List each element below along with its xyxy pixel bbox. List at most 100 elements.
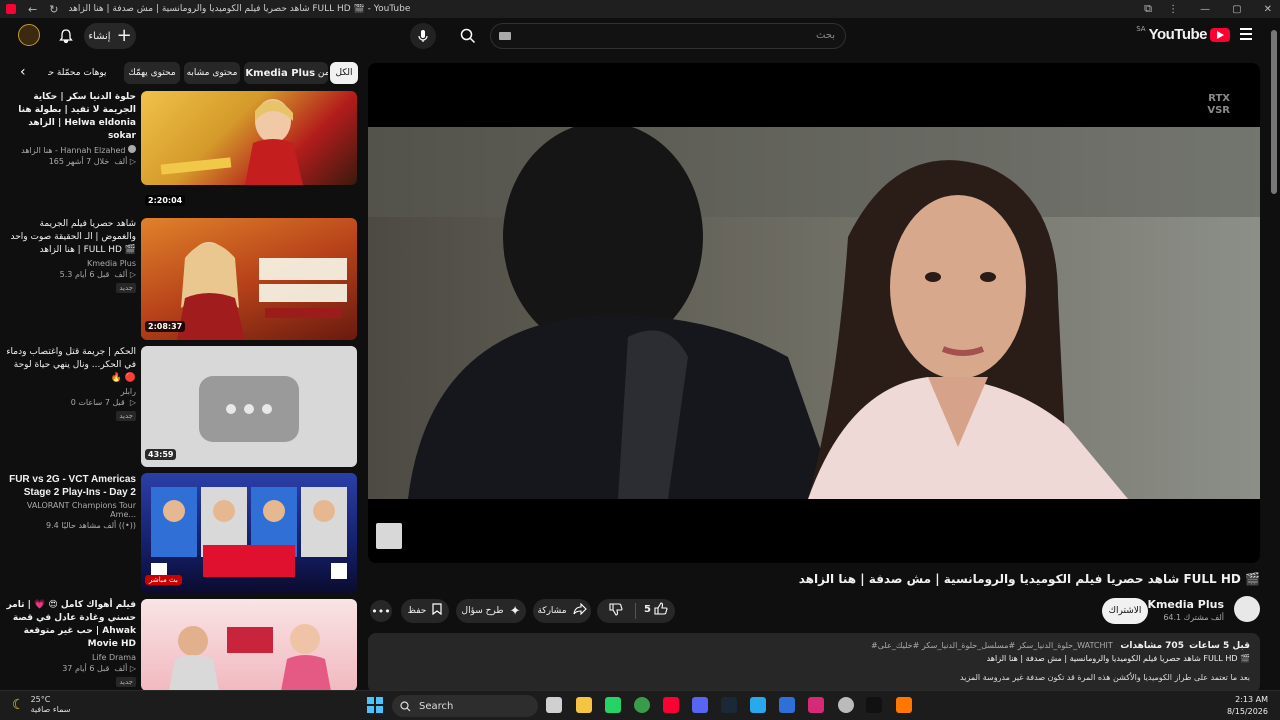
divider — [635, 603, 636, 619]
channel-name[interactable]: VALORANT Champions Tour Ame... — [6, 501, 136, 519]
chip-for-you[interactable]: محتوى يهمّك — [124, 62, 180, 84]
windows-taskbar: ☾ 25°C سماء صافية Search 2:13 AM 8/15/20… — [0, 690, 1280, 720]
search-input[interactable]: بحث — [490, 23, 846, 49]
more-actions-button[interactable]: ••• — [370, 600, 392, 622]
video-title[interactable]: حلوة الدنيا سكر | حكاية الجريمة لا تفيد … — [6, 91, 136, 143]
steam-icon[interactable] — [721, 697, 737, 713]
like-count: 5 — [644, 604, 651, 615]
duration-badge: 2:20:04 — [145, 195, 186, 206]
discord-icon[interactable] — [692, 697, 708, 713]
create-button[interactable]: إنشاء + — [84, 23, 136, 49]
chip-recent-uploads[interactable]: فيديوهات محمّلة حديثًا — [48, 62, 106, 84]
account-avatar[interactable] — [18, 24, 40, 46]
save-button[interactable]: حفظ — [401, 599, 449, 623]
whatsapp-icon[interactable] — [605, 697, 621, 713]
description-box[interactable]: #حلوة_الدنيا_سكر #مسلسل_حلوة_الدنيا_سكر … — [368, 633, 1260, 693]
instagram-icon[interactable] — [808, 697, 824, 713]
play-small-icon: ▷ — [129, 664, 136, 673]
video-meta: 0 ‏ قبل 7 ساعات ▷ — [70, 398, 136, 407]
chip-from-channel[interactable]: Kmedia Plus من — [244, 62, 328, 84]
related-video-3[interactable]: 43:59 الحكم | جريمة قتل واغتصاب ودماء في… — [0, 346, 360, 467]
video-info: حلوة الدنيا سكر | حكاية الجريمة لا تفيد … — [6, 91, 136, 166]
hashtags[interactable]: #حلوة_الدنيا_سكر #مسلسل_حلوة_الدنيا_سكر … — [871, 641, 1113, 650]
window-controls: ⋮ — ▢ ✕ — [1168, 0, 1272, 18]
video-info: FUR vs 2G - VCT Americas Stage 2 Play-In… — [6, 473, 136, 530]
video-title[interactable]: الحكم | جريمة قتل واغتصاب ودماء في الحكر… — [6, 346, 136, 385]
chrome-icon[interactable] — [634, 697, 650, 713]
live-signal-icon: ((•)) — [118, 521, 136, 530]
youtube-play-icon — [1210, 27, 1230, 42]
like-button[interactable] — [654, 602, 668, 620]
app-icon[interactable] — [779, 697, 795, 713]
soundcloud-icon[interactable] — [896, 697, 912, 713]
share-button[interactable]: مشاركة — [533, 599, 591, 623]
telegram-icon[interactable] — [750, 697, 766, 713]
sparkle-icon: ✦ — [509, 603, 521, 619]
tab-title[interactable]: شاهد حصريا فيلم الكوميديا والرومانسية | … — [68, 4, 410, 14]
extensions-icon[interactable]: ⧉ — [1144, 2, 1152, 16]
channel-name[interactable]: هنا الزاهد - Hannah Elzahed — [6, 145, 136, 155]
related-video-4[interactable]: بث مباشر FUR vs 2G - VCT Americas Stage … — [0, 473, 360, 593]
description-text: بعد ما تعتمد على طراز الكوميديا والأكشن … — [960, 673, 1250, 682]
video-title[interactable]: شاهد حصريا فيلم الجريمة والغموض | الـ ال… — [6, 218, 136, 257]
weather-condition: سماء صافية — [30, 705, 71, 714]
system-clock[interactable]: 2:13 AM 8/15/2026 — [1227, 694, 1268, 718]
settings-icon[interactable] — [838, 697, 854, 713]
chip-prev-chevron-icon[interactable]: ‹ — [20, 64, 26, 80]
back-icon[interactable]: ← — [28, 3, 37, 16]
video-title[interactable]: فيلم أهواك كامل 😍 💗 | تامر حسني وغادة عا… — [6, 599, 136, 651]
ask-question-button[interactable]: طرح سؤال ✦ — [456, 599, 526, 623]
video-info: فيلم أهواك كامل 😍 💗 | تامر حسني وغادة عا… — [6, 599, 136, 687]
video-info: شاهد حصريا فيلم الجريمة والغموض | الـ ال… — [6, 218, 136, 293]
voice-search-button[interactable] — [410, 23, 436, 49]
video-meta: 5.3 ألف ‏ قبل 6 أيام ▷ — [59, 270, 136, 279]
youtube-logo[interactable]: SA YouTube — [1136, 24, 1230, 43]
moon-icon: ☾ — [12, 697, 25, 713]
file-explorer-icon[interactable] — [576, 697, 592, 713]
duration-badge: 2:08:37 — [145, 321, 186, 332]
minimize-icon[interactable]: — — [1200, 4, 1210, 15]
maximize-icon[interactable]: ▢ — [1232, 4, 1241, 15]
notifications-bell-icon[interactable] — [56, 26, 76, 46]
taskbar-search[interactable]: Search — [392, 695, 538, 717]
close-icon[interactable]: ✕ — [1264, 4, 1272, 15]
play-small-icon: ▷ — [129, 270, 136, 279]
video-thumbnail[interactable] — [141, 91, 357, 185]
keyboard-icon[interactable] — [499, 32, 511, 40]
channel-name[interactable]: Life Drama — [6, 653, 136, 662]
filter-chips: ‹ فيديوهات محمّلة حديثًا محتوى يهمّك محت… — [16, 62, 358, 84]
channel-name[interactable]: Kmedia Plus — [1147, 598, 1224, 611]
video-thumbnail[interactable] — [141, 599, 357, 691]
related-video-2[interactable]: 2:08:37 شاهد حصريا فيلم الجريمة والغموض … — [0, 218, 360, 340]
chip-all[interactable]: الكل — [330, 62, 358, 84]
channel-avatar[interactable] — [1234, 596, 1260, 622]
youtube-app-icon[interactable] — [663, 697, 679, 713]
channel-watermark-icon[interactable] — [376, 523, 402, 549]
windows-start-icon[interactable] — [367, 697, 383, 713]
subscriber-count: 64.1 ألف مشترك — [1163, 613, 1224, 622]
video-title: شاهد حصريا فيلم الكوميديا والرومانسية | … — [798, 572, 1260, 586]
search-icon — [460, 28, 476, 44]
channel-name[interactable]: Kmedia Plus — [6, 259, 136, 268]
related-video-1[interactable]: 2:20:04 حلوة الدنيا سكر | حكاية الجريمة … — [0, 91, 360, 211]
country-code: SA — [1136, 24, 1146, 33]
task-view-icon[interactable] — [546, 697, 562, 713]
youtube-favicon-icon — [6, 4, 16, 14]
browser-menu-icon[interactable]: ⋮ — [1168, 4, 1178, 15]
page-scrollbar[interactable] — [1271, 30, 1277, 194]
weather-widget[interactable]: ☾ 25°C سماء صافية — [12, 695, 70, 715]
video-title[interactable]: FUR vs 2G - VCT Americas Stage 2 Play-In… — [6, 473, 136, 499]
new-badge: جديد — [116, 411, 136, 421]
search-button[interactable] — [452, 23, 484, 49]
dislike-button[interactable] — [609, 602, 623, 620]
channel-name[interactable]: رابلر — [6, 387, 136, 396]
reload-icon[interactable]: ↻ — [49, 3, 58, 16]
description-title-line: شاهد حصريا فيلم الكوميديا والرومانسية | … — [986, 654, 1250, 663]
video-player[interactable]: RTX VSR — [368, 63, 1260, 563]
chip-related[interactable]: محتوى مشابه — [184, 62, 240, 84]
hamburger-menu-icon[interactable] — [1240, 28, 1252, 40]
search-icon — [400, 700, 411, 711]
play-small-icon: ▷ — [129, 157, 136, 166]
tiktok-icon[interactable] — [866, 697, 882, 713]
video-frame — [368, 127, 1260, 499]
